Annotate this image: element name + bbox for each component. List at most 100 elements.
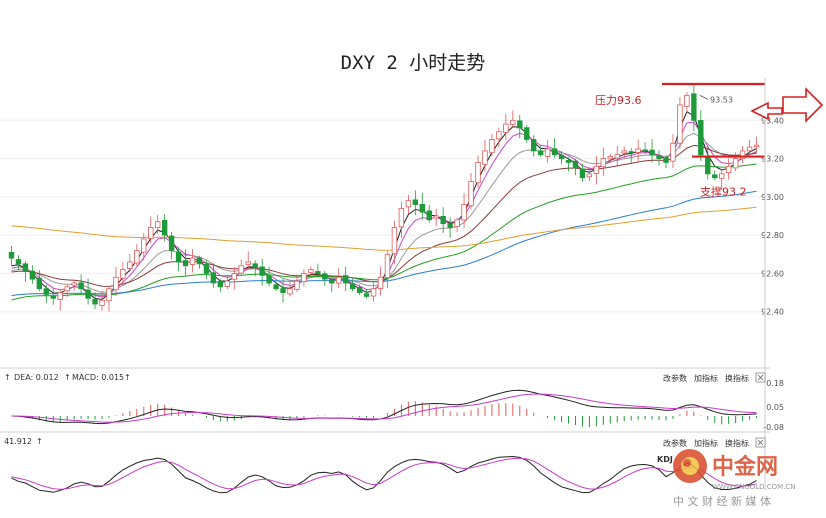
candle-body (565, 159, 572, 163)
watermark: 中金网 WWW.CNGOLD.COM.CN 中 文 财 经 新 媒 体 (673, 449, 796, 508)
candle-body (238, 265, 244, 274)
candle-body (579, 168, 586, 179)
candle-body (482, 150, 488, 165)
candle-body (656, 154, 662, 159)
candle-body (433, 215, 439, 219)
indicator-control: 改参数 (663, 373, 687, 383)
high-pointer (699, 95, 709, 100)
macd-histogram (17, 401, 758, 428)
candle-body (454, 219, 460, 228)
candle-body (161, 220, 168, 236)
candle-body (531, 139, 537, 152)
candle-body (698, 120, 704, 156)
arrow-right-icon (782, 87, 824, 123)
candle-body (377, 276, 384, 289)
candle-body (384, 253, 391, 278)
resistance-label: 压力93.6 (595, 94, 642, 107)
candle-body (64, 286, 70, 292)
candle-body (440, 216, 446, 225)
candle-body (106, 288, 112, 302)
macd-arrow: ↑ (124, 373, 131, 382)
kdj-header-arrow: ↑ (36, 437, 43, 446)
indicator-control: 改参数 (663, 438, 687, 448)
candle-body (725, 165, 732, 174)
candle-body (635, 148, 641, 153)
moving-average-line (11, 206, 757, 251)
candle-body (712, 174, 718, 179)
candle-body (182, 260, 189, 267)
candle-body (120, 269, 126, 279)
candle-body (57, 292, 63, 300)
candle-body (273, 284, 279, 290)
candle-body (412, 199, 419, 205)
candle-body (196, 257, 203, 265)
indicator-control: 换指标 (725, 373, 749, 383)
dea-arrow: ↑ (64, 373, 71, 382)
candle-body (719, 173, 725, 179)
candle-body (370, 288, 377, 297)
candle-body (663, 157, 669, 163)
candle-body (322, 273, 328, 280)
indicator-control: 加指标 (694, 438, 718, 448)
candle-body (43, 288, 49, 295)
kdj-controls: 改参数 加指标 换指标 (663, 437, 766, 448)
candle-body (231, 273, 237, 280)
candle-body (677, 104, 683, 144)
candle-body (489, 139, 495, 154)
watermark-url: WWW.CNGOLD.COM.CN (712, 483, 796, 491)
candle-body (301, 273, 307, 283)
candle-body (168, 235, 175, 251)
candle-body (36, 277, 43, 290)
candle-body (148, 227, 154, 239)
candlestick-chart: 93.4093.2093.0092.8092.6092.40 压力93.6支撑9… (0, 78, 824, 508)
candle-body (287, 288, 293, 295)
candle-body (329, 279, 335, 284)
watermark-slogan: 中 文 财 经 新 媒 体 (673, 494, 771, 508)
candle-body (294, 280, 300, 290)
candle-body (732, 158, 739, 169)
candle-body (426, 210, 432, 221)
candle-body (607, 156, 613, 160)
candle-body (252, 263, 258, 269)
macd-y-axis: 0.18 0.05 -0.08 (763, 379, 784, 432)
candle-body (649, 149, 655, 156)
candle-body (691, 93, 697, 121)
candle-body (224, 280, 231, 287)
macd-y-tick: 0.18 (766, 379, 784, 388)
macd-y-tick: -0.08 (763, 423, 784, 432)
watermark-brand: 中金网 (712, 454, 778, 480)
candle-body (593, 165, 600, 174)
candle-body (336, 276, 342, 284)
kdj-label: KDJ (657, 455, 673, 464)
candle-body (628, 151, 634, 154)
macd-controls: 改参数 加指标 换指标 (663, 372, 766, 383)
candle-body (468, 181, 474, 207)
candle-body (600, 158, 607, 168)
high-value-label: 93.53 (710, 95, 733, 104)
candle-body (85, 289, 91, 299)
candle-body (71, 282, 77, 286)
candle-body (78, 282, 84, 290)
candle-body (670, 142, 676, 162)
candle-body (419, 203, 425, 213)
candle-body (517, 120, 523, 129)
candle-body (642, 149, 648, 152)
candle-body (447, 223, 453, 228)
candle-body (461, 204, 467, 221)
candle-body (349, 283, 356, 290)
candle-body (503, 123, 509, 133)
macd-value: MACD: 0.015 (72, 373, 124, 382)
candle-body (22, 263, 29, 272)
candle-body (705, 155, 711, 175)
candle-body (551, 148, 558, 156)
candle-body (356, 286, 363, 293)
candle-body (99, 299, 105, 306)
candle-body (621, 150, 627, 154)
candle-body (203, 264, 210, 274)
candle-body (363, 293, 370, 297)
candle-body (496, 131, 502, 140)
candle-body (510, 119, 516, 125)
candle-body (127, 261, 133, 270)
support-label: 支撑93.2 (700, 185, 747, 199)
d-line (11, 457, 757, 490)
